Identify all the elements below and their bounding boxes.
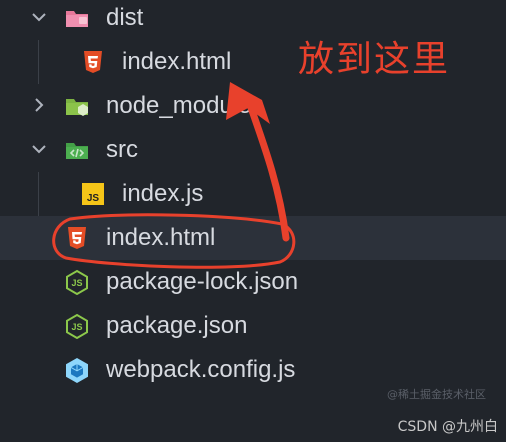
tree-folder-src[interactable]: src [0,128,506,172]
svg-text:JS: JS [87,193,100,204]
folder-node-icon [64,93,90,119]
folder-dist-icon [64,5,90,31]
tree-item-label: package.json [106,312,248,339]
html5-icon [80,49,106,75]
tree-file-package-json[interactable]: JS package.json [0,304,506,348]
tree-item-label: dist [106,4,144,31]
watermark: CSDN @九州白 [397,419,498,435]
chevron-right-icon[interactable] [30,96,48,114]
annotation-text: 放到这里 [298,39,451,80]
tree-item-label: node_modules [106,92,264,119]
tree-item-label: package-lock.json [106,268,299,295]
tree-folder-node-modules[interactable]: node_modules [0,84,506,128]
tree-file-src-index-js[interactable]: JS index.js [0,172,506,216]
nodejs-icon: JS [64,313,90,339]
watermark-faint: @稀土掘金技术社区 [387,388,486,401]
nodejs-icon: JS [64,269,90,295]
tree-file-package-lock-json[interactable]: JS package-lock.json [0,260,506,304]
chevron-down-icon[interactable] [30,140,48,158]
tree-item-label: index.js [122,180,204,207]
svg-text:JS: JS [71,322,82,332]
webpack-icon [64,357,90,383]
html5-icon [64,225,90,251]
svg-text:JS: JS [71,278,82,288]
tree-file-index-html[interactable]: index.html [0,216,506,260]
tree-item-label: src [106,136,138,163]
chevron-down-icon[interactable] [30,8,48,26]
tree-item-label: index.html [122,48,232,75]
folder-src-icon [64,137,90,163]
tree-item-label: webpack.config.js [106,356,296,383]
tree-item-label: index.html [106,224,216,251]
js-icon: JS [80,181,106,207]
